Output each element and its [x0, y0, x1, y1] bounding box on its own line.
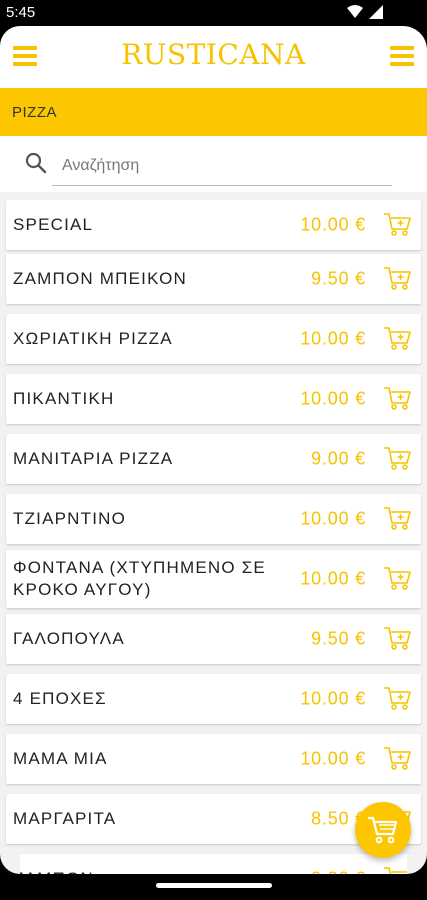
- list-item[interactable]: ΖΑΜΠΟΝ ΜΠΕΙΚΟΝ 9.50 €: [6, 254, 421, 304]
- item-price: 9.50 €: [311, 628, 366, 649]
- search-icon: [25, 152, 47, 174]
- list-item[interactable]: ΜΑΜΑ ΜΙΑ 10.00 €: [6, 734, 421, 784]
- add-to-cart-icon[interactable]: [383, 626, 413, 652]
- item-price: 10.00 €: [300, 214, 366, 235]
- list-item[interactable]: ΜΑΝΙΤΑΡΙΑ PIZZA 9.00 €: [6, 434, 421, 484]
- shopping-cart-icon: [368, 816, 398, 844]
- signal-icon: [369, 5, 383, 19]
- add-to-cart-icon[interactable]: [383, 446, 413, 472]
- item-name: ΧΩΡΙΑΤΙΚΗ PIZZA: [13, 329, 173, 348]
- item-name: ΖΑΜΠΟΝ ΜΠΕΙΚΟΝ: [13, 269, 188, 288]
- item-name: ΜΑΡΓΑΡΙΤΑ: [13, 809, 117, 828]
- add-to-cart-icon[interactable]: [383, 566, 413, 592]
- item-price: 10.00 €: [300, 568, 366, 589]
- item-name: SPECIAL: [13, 215, 94, 234]
- item-price: 9.00 €: [311, 448, 366, 469]
- search-bar: [0, 136, 427, 192]
- wifi-icon: [347, 5, 363, 18]
- item-price: 10.00 €: [300, 748, 366, 769]
- add-to-cart-icon[interactable]: [383, 506, 413, 532]
- item-name: ΦΟΝΤΑΝΑ (ΧΤΥΠΗΜΕΝΟ ΣΕ ΚΡΟΚΟ ΑΥΓΟΥ): [13, 558, 266, 599]
- item-name: ΤΖΙΑΡΝΤΙΝΟ: [13, 509, 127, 528]
- add-to-cart-icon[interactable]: [383, 746, 413, 772]
- list-item[interactable]: ΓΑΛΟΠΟΥΛΑ 9.50 €: [6, 614, 421, 664]
- item-name: 4 ΕΠΟΧΕΣ: [13, 689, 107, 708]
- list-item[interactable]: ΠΙΚΑΝΤΙΚΗ 10.00 €: [6, 374, 421, 424]
- add-to-cart-icon[interactable]: [383, 266, 413, 292]
- list-item[interactable]: ΦΟΝΤΑΝΑ (ΧΤΥΠΗΜΕΝΟ ΣΕ ΚΡΟΚΟ ΑΥΓΟΥ) 10.00…: [6, 550, 421, 608]
- item-name: ΜΑΝΙΤΑΡΙΑ PIZZA: [13, 449, 174, 468]
- item-name: ΠΙΚΑΝΤΙΚΗ: [13, 389, 115, 408]
- app-title: RUSTICANA: [121, 38, 306, 71]
- list-item[interactable]: ΤΖΙΑΡΝΤΙΝΟ 10.00 €: [6, 494, 421, 544]
- category-header: PIZZA: [0, 88, 427, 136]
- search-input[interactable]: [52, 146, 392, 186]
- item-price: 10.00 €: [300, 508, 366, 529]
- cart-button[interactable]: [355, 802, 411, 858]
- add-to-cart-icon[interactable]: [383, 326, 413, 352]
- status-time: 5:45: [6, 4, 36, 21]
- item-price: 10.00 €: [300, 388, 366, 409]
- item-name: ΓΑΛΟΠΟΥΛΑ: [13, 629, 125, 648]
- menu-icon[interactable]: [390, 46, 414, 66]
- home-gesture-handle[interactable]: [156, 883, 272, 888]
- add-to-cart-icon[interactable]: [383, 212, 413, 238]
- add-to-cart-icon[interactable]: [383, 386, 413, 412]
- list-item[interactable]: ΧΩΡΙΑΤΙΚΗ PIZZA 10.00 €: [6, 314, 421, 364]
- category-title: PIZZA: [12, 104, 58, 121]
- app-bar: RUSTICANA: [0, 26, 427, 88]
- item-name: ΜΑΜΑ ΜΙΑ: [13, 749, 108, 768]
- list-item[interactable]: SPECIAL 10.00 €: [6, 200, 421, 250]
- list-item[interactable]: 4 ΕΠΟΧΕΣ 10.00 €: [6, 674, 421, 724]
- add-to-cart-icon[interactable]: [383, 686, 413, 712]
- item-price: 10.00 €: [300, 688, 366, 709]
- system-nav-bar: [0, 874, 427, 900]
- status-icons: [347, 5, 383, 19]
- status-bar: 5:45: [0, 0, 427, 26]
- item-price: 9.50 €: [311, 268, 366, 289]
- item-price: 10.00 €: [300, 328, 366, 349]
